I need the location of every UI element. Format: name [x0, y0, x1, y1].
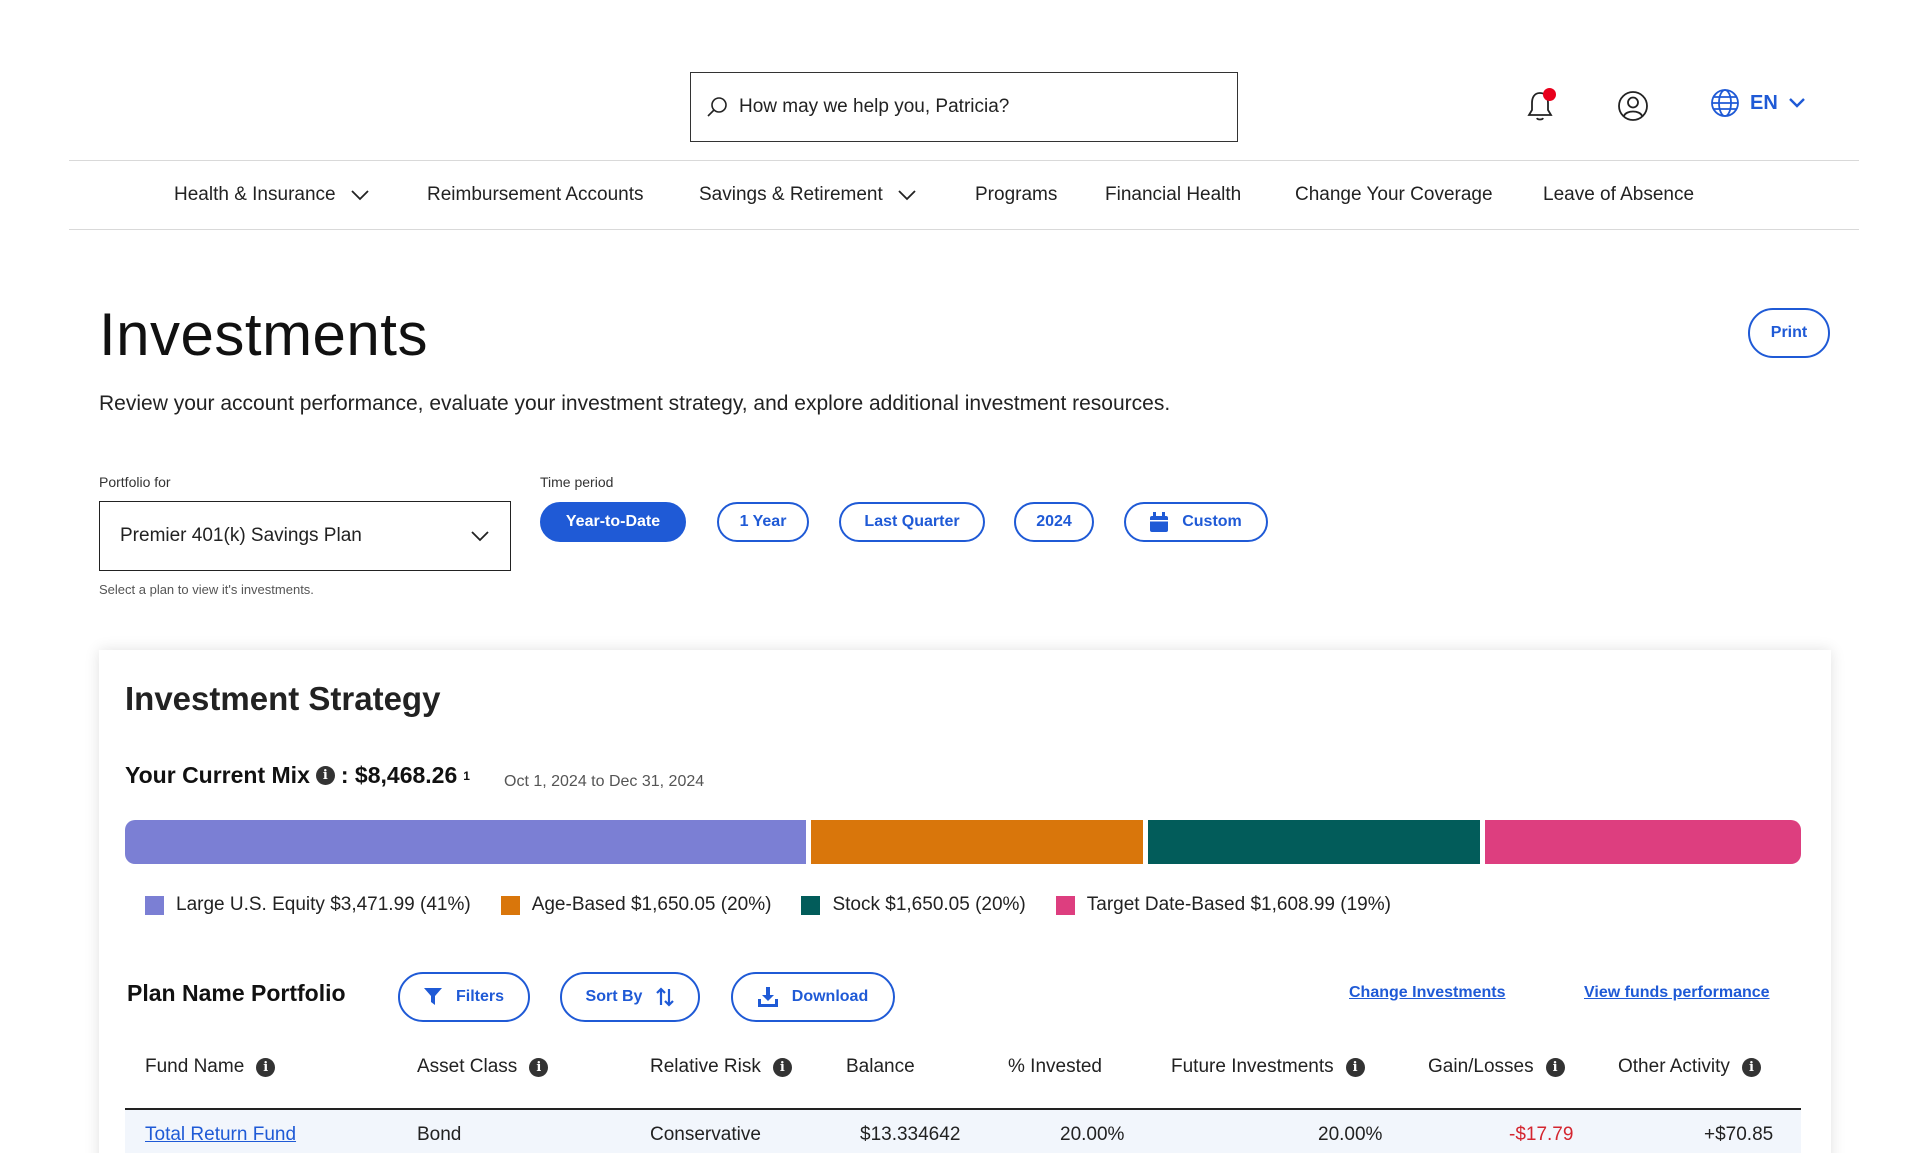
legend-item: Stock $1,650.05 (20%) — [801, 894, 1026, 916]
legend-swatch — [145, 895, 164, 915]
fund-name-link[interactable]: Total Return Fund — [145, 1124, 296, 1146]
nav-item-leave-of-absence[interactable]: Leave of Absence — [1543, 161, 1694, 229]
info-icon[interactable]: i — [1345, 1057, 1365, 1077]
filters-button[interactable]: Filters — [398, 972, 530, 1022]
main-nav: Health & Insurance Reimbursement Account… — [69, 160, 1859, 230]
column-header-asset-class: Asset Class i — [417, 1056, 549, 1078]
portfolio-title: Plan Name Portfolio — [127, 980, 346, 1006]
chevron-down-icon — [471, 531, 489, 542]
current-mix-total: : $8,468.26 — [340, 762, 458, 788]
filter-icon — [423, 988, 442, 1005]
column-header-percent-invested: % Invested — [1008, 1056, 1102, 1077]
legend-swatch — [801, 895, 821, 915]
portfolio-help-text: Select a plan to view it's investments. — [99, 582, 314, 597]
calendar-icon — [1150, 512, 1169, 532]
chevron-down-icon — [898, 190, 916, 201]
legend-item: Target Date-Based $1,608.99 (19%) — [1055, 894, 1391, 916]
search-input[interactable] — [739, 96, 1219, 118]
nav-item-programs[interactable]: Programs — [975, 161, 1057, 229]
card-title: Investment Strategy — [125, 680, 441, 717]
change-investments-link[interactable]: Change Investments — [1349, 984, 1505, 1002]
portfolio-label: Portfolio for — [99, 474, 171, 490]
time-period-1-year[interactable]: 1 Year — [717, 502, 809, 542]
column-header-fund-name: Fund Name i — [145, 1056, 276, 1078]
legend-swatch — [500, 895, 520, 915]
investment-strategy-card: Investment Strategy Your Current Mix i :… — [99, 650, 1831, 1153]
legend-swatch — [1055, 895, 1075, 915]
sort-by-button[interactable]: Sort By — [560, 972, 700, 1022]
mix-segment-large-us-equity — [125, 820, 807, 864]
nav-item-change-coverage[interactable]: Change Your Coverage — [1295, 161, 1493, 229]
mix-bar — [125, 820, 1801, 864]
cell-other-activity: +$70.85 — [1704, 1124, 1774, 1145]
time-period-custom[interactable]: Custom — [1124, 502, 1268, 542]
column-header-relative-risk: Relative Risk i — [650, 1056, 792, 1078]
chevron-down-icon — [350, 190, 369, 201]
page-subtitle: Review your account performance, evaluat… — [99, 392, 1171, 415]
print-button[interactable]: Print — [1748, 308, 1830, 358]
page-title: Investments — [99, 301, 428, 368]
column-header-balance: Balance — [846, 1056, 915, 1077]
portfolio-select[interactable]: Premier 401(k) Savings Plan — [99, 501, 511, 571]
view-funds-performance-link[interactable]: View funds performance — [1584, 984, 1770, 1002]
mix-legend: Large U.S. Equity $3,471.99 (41%) Age-Ba… — [145, 894, 1391, 916]
mix-segment-target-date-based — [1485, 820, 1801, 864]
current-mix-label: Your Current Mix — [125, 762, 310, 788]
time-period-last-quarter[interactable]: Last Quarter — [839, 502, 985, 542]
notifications-button[interactable] — [1520, 86, 1560, 126]
cell-asset-class: Bond — [417, 1124, 462, 1145]
sort-icon — [656, 987, 675, 1007]
footnote-marker: 1 — [463, 768, 470, 783]
notification-badge — [1543, 88, 1556, 101]
info-icon[interactable]: i — [772, 1057, 792, 1077]
legend-item: Age-Based $1,650.05 (20%) — [500, 894, 771, 916]
mix-segment-age-based — [811, 820, 1144, 864]
column-header-gain-losses: Gain/Losses i — [1428, 1056, 1565, 1078]
time-period-label: Time period — [540, 474, 614, 490]
mix-segment-stock — [1148, 820, 1481, 864]
info-icon[interactable]: i — [1545, 1057, 1565, 1077]
language-label: EN — [1750, 91, 1778, 114]
time-period-year-to-date[interactable]: Year-to-Date — [540, 502, 686, 542]
current-mix: Your Current Mix i : $8,468.26 1 — [125, 762, 470, 789]
download-icon — [757, 987, 778, 1007]
info-icon[interactable]: i — [256, 1057, 276, 1077]
download-button[interactable]: Download — [731, 972, 895, 1022]
legend-item: Large U.S. Equity $3,471.99 (41%) — [145, 894, 471, 916]
column-header-future-investments: Future Investments i — [1171, 1056, 1365, 1078]
cell-balance: $13.334642 — [860, 1124, 961, 1145]
user-icon — [1618, 91, 1648, 121]
account-button[interactable] — [1613, 86, 1653, 126]
nav-item-health-insurance[interactable]: Health & Insurance — [174, 161, 370, 229]
info-icon[interactable]: i — [1741, 1057, 1761, 1077]
cell-future-investments: 20.00% — [1318, 1124, 1383, 1145]
globe-icon — [1711, 89, 1739, 117]
nav-item-savings-retirement[interactable]: Savings & Retirement — [699, 161, 917, 229]
language-selector[interactable]: EN — [1710, 88, 1806, 118]
cell-percent-invested: 20.00% — [1060, 1124, 1125, 1145]
info-icon[interactable]: i — [529, 1057, 549, 1077]
chevron-down-icon — [1788, 98, 1805, 108]
search-box[interactable] — [690, 72, 1238, 142]
nav-item-financial-health[interactable]: Financial Health — [1105, 161, 1241, 229]
column-header-other-activity: Other Activity i — [1618, 1056, 1761, 1078]
info-icon[interactable]: i — [315, 766, 335, 785]
current-mix-dates: Oct 1, 2024 to Dec 31, 2024 — [504, 773, 705, 790]
cell-relative-risk: Conservative — [650, 1124, 761, 1145]
nav-item-reimbursement-accounts[interactable]: Reimbursement Accounts — [427, 161, 644, 229]
time-period-2024[interactable]: 2024 — [1014, 502, 1094, 542]
portfolio-select-value: Premier 401(k) Savings Plan — [120, 525, 362, 546]
cell-gain-losses: -$17.79 — [1509, 1124, 1574, 1145]
search-icon — [707, 97, 727, 117]
